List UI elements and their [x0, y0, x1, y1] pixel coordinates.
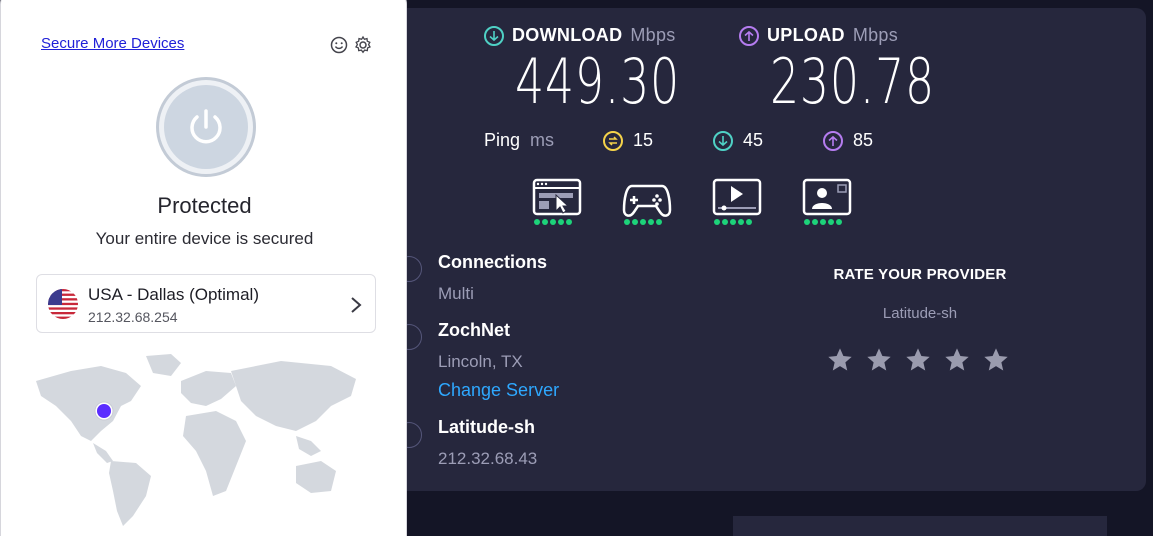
star-icon-4[interactable]	[943, 346, 971, 374]
download-unit: Mbps	[630, 25, 676, 45]
upload-latency-icon	[823, 130, 843, 151]
upload-unit: Mbps	[852, 25, 899, 45]
star-icon-5[interactable]	[982, 346, 1010, 374]
ping-row: Ping ms	[484, 130, 554, 151]
upload-value: 230.78	[770, 45, 935, 118]
gear-icon[interactable]	[353, 35, 373, 55]
ping-upload: 85	[823, 130, 873, 151]
connections-value: Multi	[438, 284, 474, 303]
world-map	[36, 354, 356, 526]
gaming-rating	[624, 219, 662, 225]
provider-ip: 212.32.68.43	[438, 449, 538, 468]
provider-name: Latitude-sh	[438, 417, 535, 437]
us-flag-icon	[48, 289, 78, 319]
upload-header: UPLOAD Mbps	[739, 25, 898, 46]
secure-more-devices-link[interactable]: Secure More Devices	[41, 35, 184, 52]
video-call-rating	[804, 219, 842, 225]
rating-stars	[826, 346, 1010, 374]
ping-download: 45	[713, 130, 763, 151]
ping-download-value: 45	[743, 130, 764, 150]
rate-provider-name: Latitude-sh	[882, 305, 958, 322]
upload-label: UPLOAD	[767, 25, 845, 45]
location-selector[interactable]: USA - Dallas (Optimal) 212.32.68.254	[36, 274, 376, 333]
idle-latency-icon	[603, 130, 623, 151]
power-button[interactable]	[156, 77, 256, 177]
location-ip: 212.32.68.254	[88, 309, 178, 325]
location-name: USA - Dallas (Optimal)	[88, 285, 259, 304]
rate-provider-title: RATE YOUR PROVIDER	[833, 266, 1007, 283]
star-icon-2[interactable]	[865, 346, 893, 374]
server-location: Lincoln, TX	[438, 352, 523, 371]
star-icon-1[interactable]	[826, 346, 854, 374]
download-arrow-icon	[484, 25, 504, 46]
ping-label: Ping	[484, 130, 521, 150]
vpn-popup: Secure More Devices Protected Your entir…	[0, 0, 407, 536]
ping-idle: 15	[603, 130, 653, 151]
bottom-card	[733, 516, 1107, 536]
video-streaming-rating	[714, 219, 752, 225]
ping-unit: ms	[530, 130, 555, 150]
web-browsing-rating	[534, 219, 572, 225]
ping-upload-value: 85	[853, 130, 874, 150]
power-icon	[190, 109, 222, 144]
change-server-link[interactable]: Change Server	[438, 380, 559, 401]
connections-title: Connections	[438, 252, 548, 272]
smiley-icon[interactable]	[329, 35, 349, 55]
location-marker	[97, 404, 111, 418]
status-subtitle: Your entire device is secured	[95, 229, 314, 248]
download-label: DOWNLOAD	[512, 25, 623, 45]
ping-idle-value: 15	[633, 130, 654, 150]
download-value: 449.30	[515, 45, 680, 118]
download-header: DOWNLOAD Mbps	[484, 25, 676, 46]
chevron-right-icon	[351, 297, 362, 313]
star-icon-3[interactable]	[904, 346, 932, 374]
download-latency-icon	[713, 130, 733, 151]
server-name: ZochNet	[438, 320, 510, 340]
upload-arrow-icon	[739, 25, 759, 46]
status-title: Protected	[157, 193, 252, 218]
